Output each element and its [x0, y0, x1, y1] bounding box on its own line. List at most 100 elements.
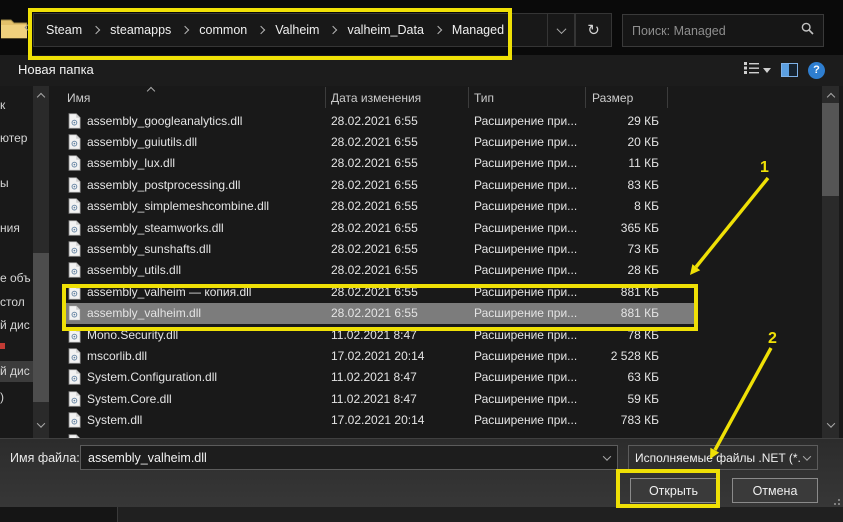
- breadcrumb-item[interactable]: Managed: [448, 21, 508, 39]
- list-view-icon: [744, 61, 759, 79]
- scroll-down-icon[interactable]: [37, 419, 45, 427]
- file-row[interactable]: System.Core.dll 11.02.2021 8:47 Расширен…: [52, 388, 822, 409]
- file-name: assembly_simplemeshcombine.dll: [87, 199, 269, 213]
- file-row[interactable]: assembly_sunshafts.dll 28.02.2021 6:55 Р…: [52, 238, 822, 259]
- dll-file-icon: [68, 177, 81, 193]
- breadcrumb-item[interactable]: valheim_Data: [343, 21, 427, 39]
- file-date: 28.02.2021 6:55: [325, 242, 468, 256]
- chevron-down-icon: [556, 24, 566, 34]
- file-row[interactable]: Mono.Security.dll 11.02.2021 8:47 Расшир…: [52, 324, 822, 345]
- file-type: Расширение при...: [468, 392, 585, 406]
- sidebar-item-fragment[interactable]: ы: [0, 176, 9, 190]
- file-row[interactable]: assembly_utils.dll 28.02.2021 6:55 Расши…: [52, 260, 822, 281]
- file-size: 29 КБ: [585, 114, 667, 128]
- column-header-date[interactable]: Дата изменения: [331, 91, 421, 105]
- file-type: Расширение при...: [468, 349, 585, 363]
- file-date: 28.02.2021 6:55: [325, 114, 468, 128]
- dll-file-icon: [68, 220, 81, 236]
- file-row[interactable]: assembly_googleanalytics.dll 28.02.2021 …: [52, 110, 822, 131]
- file-size: 83 КБ: [585, 178, 667, 192]
- dll-file-icon: [68, 134, 81, 150]
- breadcrumb-item[interactable]: Steam: [42, 21, 86, 39]
- address-toolbar: Steam steamapps common Valheim valheim_Data M…: [0, 0, 843, 55]
- folder-icon: [1, 16, 27, 45]
- breadcrumb: Steam steamapps common Valheim valheim_Data M…: [34, 21, 547, 39]
- sidebar-scrollbar-thumb[interactable]: [33, 253, 49, 402]
- filetype-select[interactable]: Исполняемые файлы .NET (*.: [628, 445, 818, 470]
- file-name: System.Core.dll: [87, 392, 172, 406]
- file-name: assembly_lux.dll: [87, 156, 175, 170]
- filename-input[interactable]: assembly_valheim.dll: [80, 445, 618, 470]
- file-row[interactable]: System.dll 17.02.2021 20:14 Расширение п…: [52, 409, 822, 430]
- file-name: assembly_steamworks.dll: [87, 221, 224, 235]
- breadcrumb-separator-icon: [92, 26, 100, 34]
- file-type: Расширение при...: [468, 413, 585, 427]
- new-folder-button[interactable]: Новая папка: [18, 62, 94, 77]
- cancel-button[interactable]: Отмена: [732, 478, 818, 503]
- file-date: 28.02.2021 6:55: [325, 156, 468, 170]
- search-icon: [801, 22, 814, 40]
- file-date: 28.02.2021 6:55: [325, 135, 468, 149]
- breadcrumb-separator-icon: [329, 26, 337, 34]
- column-header-type[interactable]: Тип: [474, 91, 494, 105]
- sidebar-scrollbar[interactable]: [33, 86, 49, 438]
- breadcrumb-item[interactable]: common: [195, 21, 251, 39]
- list-scrollbar[interactable]: [822, 86, 839, 438]
- sidebar-item-fragment[interactable]: й дис: [0, 361, 33, 382]
- breadcrumb-separator-icon: [257, 26, 265, 34]
- scroll-up-icon[interactable]: [37, 93, 45, 101]
- file-name: Mono.Security.dll: [87, 328, 178, 342]
- file-name: mscorlib.dll: [87, 349, 147, 363]
- file-row[interactable]: System.Configuration.dll 11.02.2021 8:47…: [52, 367, 822, 388]
- sidebar-item-fragment[interactable]: ютер: [0, 131, 27, 145]
- scroll-up-icon[interactable]: [827, 93, 835, 101]
- file-type: Расширение при...: [468, 114, 585, 128]
- file-row[interactable]: assembly_lux.dll 28.02.2021 6:55 Расшире…: [52, 153, 822, 174]
- file-type: Расширение при...: [468, 221, 585, 235]
- view-mode-button[interactable]: [744, 61, 771, 79]
- breadcrumb-item[interactable]: Valheim: [271, 21, 323, 39]
- scroll-down-icon[interactable]: [827, 419, 835, 427]
- help-icon[interactable]: ?: [808, 62, 825, 79]
- file-type: Расширение при...: [468, 156, 585, 170]
- file-size: 783 КБ: [585, 413, 667, 427]
- list-scrollbar-thumb[interactable]: [822, 103, 839, 196]
- column-headers: Имя Дата изменения Тип Размер: [52, 86, 822, 110]
- sidebar-item-fragment[interactable]: й дис: [0, 318, 30, 332]
- file-size: 2 528 КБ: [585, 349, 667, 363]
- search-box[interactable]: Поиск: Managed: [622, 14, 824, 47]
- file-name: assembly_postprocessing.dll: [87, 178, 240, 192]
- refresh-button[interactable]: ↻: [575, 13, 612, 47]
- sidebar-item-fragment[interactable]: к: [0, 98, 5, 112]
- sidebar-item-fragment[interactable]: е объ: [0, 271, 31, 285]
- file-size: 20 КБ: [585, 135, 667, 149]
- sidebar-item-fragment[interactable]: ): [0, 390, 4, 404]
- file-row[interactable]: assembly_valheim.dll 28.02.2021 6:55 Рас…: [52, 303, 822, 324]
- dll-file-icon: [68, 155, 81, 171]
- sidebar-item-fragment[interactable]: стол: [0, 295, 25, 309]
- sidebar-item-fragment[interactable]: ния: [0, 221, 20, 235]
- address-dropdown-button[interactable]: [547, 14, 574, 46]
- breadcrumb-separator-icon: [181, 26, 189, 34]
- file-row[interactable]: assembly_simplemeshcombine.dll 28.02.202…: [52, 196, 822, 217]
- preview-pane-icon[interactable]: [781, 63, 798, 77]
- file-date: 11.02.2021 8:47: [325, 392, 468, 406]
- column-header-size[interactable]: Размер: [592, 91, 633, 105]
- file-type: Расширение при...: [468, 285, 585, 299]
- dialog-footer: Имя файла: assembly_valheim.dll Исполняе…: [0, 438, 843, 507]
- file-row[interactable]: mscorlib.dll 17.02.2021 20:14 Расширение…: [52, 345, 822, 366]
- file-row[interactable]: assembly_postprocessing.dll 28.02.2021 6…: [52, 174, 822, 195]
- file-row[interactable]: assembly_guiutils.dll 28.02.2021 6:55 Ра…: [52, 131, 822, 152]
- resize-grip[interactable]: [831, 496, 840, 505]
- column-header-name[interactable]: Имя: [67, 91, 90, 105]
- file-list: Имя Дата изменения Тип Размер assembly_: [52, 86, 822, 438]
- file-row[interactable]: assembly_valheim — копия.dll 28.02.2021 …: [52, 281, 822, 302]
- address-bar[interactable]: Steam steamapps common Valheim valheim_Data M…: [33, 13, 575, 47]
- file-date: 28.02.2021 6:55: [325, 306, 468, 320]
- breadcrumb-item[interactable]: steamapps: [106, 21, 175, 39]
- file-date: 11.02.2021 8:47: [325, 370, 468, 384]
- open-button[interactable]: Открыть: [630, 478, 717, 503]
- file-size: 881 КБ: [585, 306, 667, 320]
- file-row[interactable]: assembly_steamworks.dll 28.02.2021 6:55 …: [52, 217, 822, 238]
- file-row-partial[interactable]: [52, 431, 822, 438]
